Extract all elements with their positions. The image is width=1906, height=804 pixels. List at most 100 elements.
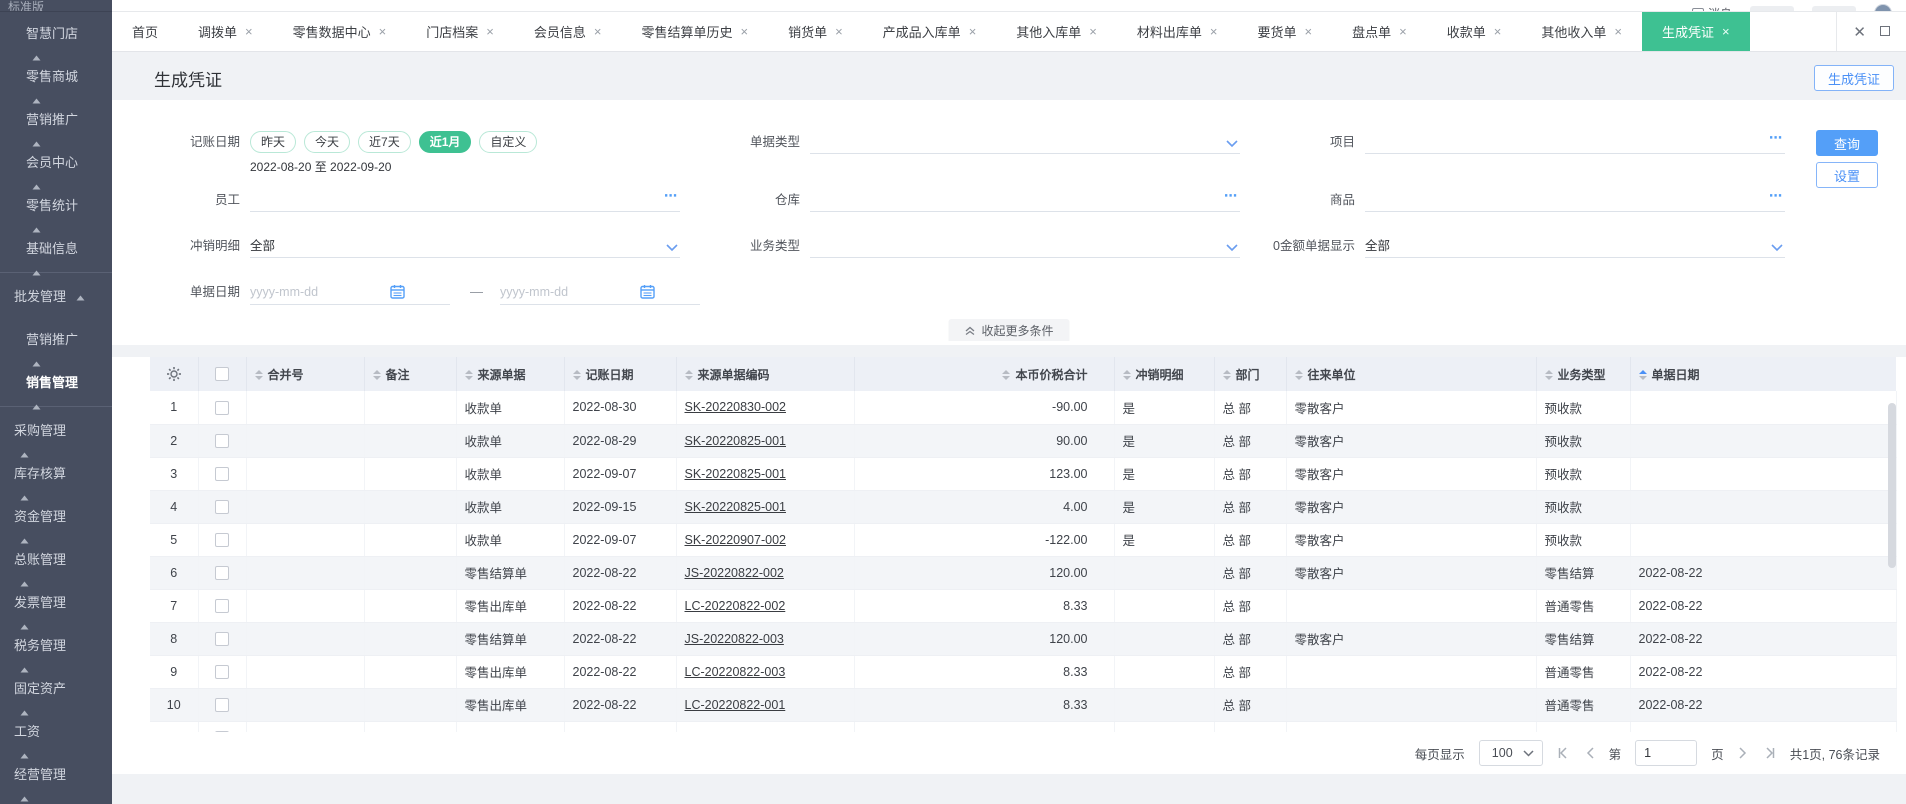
scrollbar-thumb[interactable] <box>1888 403 1896 568</box>
employee-lookup[interactable]: ⋯ <box>250 188 680 212</box>
ellipsis-lookup-icon[interactable]: ⋯ <box>664 184 678 208</box>
biz-type-select[interactable] <box>810 234 1240 258</box>
sidebar-item-会员中心[interactable]: 会员中心 <box>0 141 112 190</box>
tab-close-icon[interactable]: × <box>835 24 843 39</box>
table-row[interactable]: 6 零售结算单 2022-08-22 JS-20220822-002 120.00 总 部… <box>150 556 1897 590</box>
column-settings-header[interactable] <box>150 357 199 391</box>
prev-page-icon[interactable] <box>1585 747 1595 759</box>
sidebar-item-固定资产[interactable]: 固定资产 <box>0 667 112 716</box>
tab-close-icon[interactable]: × <box>245 24 253 39</box>
cell-来源单据编码[interactable]: JS-20220822-001 <box>676 721 855 733</box>
table-row[interactable]: 11零售结算单2022-08-22JS-20220822-001120.00总 … <box>150 721 1897 733</box>
table-row[interactable]: 1 收款单 2022-08-30 SK-20220830-002 -90.00 是总 部零… <box>150 391 1897 425</box>
project-lookup[interactable]: ⋯ <box>1365 130 1785 154</box>
row-checkbox[interactable] <box>215 598 229 613</box>
source-doc-link[interactable]: LC-20220822-003 <box>685 665 786 679</box>
first-page-icon[interactable] <box>1557 747 1571 759</box>
source-doc-link[interactable]: JS-20220822-002 <box>685 566 784 580</box>
zero-amount-select[interactable]: 全部 <box>1365 234 1785 258</box>
sidebar-item-营销推广[interactable]: 营销推广 <box>0 318 112 367</box>
avatar[interactable] <box>1874 4 1892 11</box>
column-header-备注[interactable]: 备注 <box>364 357 457 391</box>
tab-产成品入库单[interactable]: 产成品入库单 × <box>863 12 997 51</box>
column-header-冲销明细[interactable]: 冲销明细 <box>1114 357 1215 391</box>
warehouse-lookup[interactable]: ⋯ <box>810 188 1240 212</box>
tab-零售结算单历史[interactable]: 零售结算单历史 × <box>621 12 768 51</box>
tab-close-icon[interactable]: × <box>969 24 977 39</box>
tab-close-icon[interactable]: × <box>1399 24 1407 39</box>
sidebar-item-销售管理[interactable]: 销售管理 <box>0 361 112 410</box>
tab-close-icon[interactable]: × <box>1210 24 1218 39</box>
source-doc-link[interactable]: JS-20220822-001 <box>685 731 784 733</box>
column-header-来源单据编码[interactable]: 来源单据编码 <box>676 357 855 391</box>
sidebar-item-采购管理[interactable]: 采购管理 <box>0 409 112 458</box>
cell-来源单据编码[interactable]: SK-20220825-001 <box>676 424 855 458</box>
cell-来源单据编码[interactable]: SK-20220907-002 <box>676 523 855 557</box>
topbar-partial-item[interactable] <box>1812 6 1856 11</box>
tab-销货单[interactable]: 销货单 × <box>768 12 863 51</box>
sidebar-item-零售商城[interactable]: 零售商城 <box>0 55 112 104</box>
tab-生成凭证[interactable]: 生成凭证 × <box>1641 12 1750 51</box>
row-checkbox[interactable] <box>215 730 229 732</box>
doc-type-select[interactable] <box>810 130 1240 154</box>
tab-close-icon[interactable]: × <box>379 24 387 39</box>
tab-首页[interactable]: 首页 <box>112 12 178 51</box>
sidebar-item-总账管理[interactable]: 总账管理 <box>0 538 112 587</box>
sidebar-item-基础信息[interactable]: 基础信息 <box>0 227 112 276</box>
sidebar-item-智慧门店[interactable]: 智慧门店 <box>0 12 112 61</box>
row-checkbox[interactable] <box>215 400 229 415</box>
writeoff-select[interactable]: 全部 <box>250 234 680 258</box>
column-header-单据日期[interactable]: 单据日期 <box>1630 357 1896 391</box>
tab-close-icon[interactable]: × <box>1722 24 1730 39</box>
row-checkbox[interactable] <box>215 433 229 448</box>
column-header-业务类型[interactable]: 业务类型 <box>1536 357 1631 391</box>
tab-close-icon[interactable]: × <box>1305 24 1313 39</box>
table-row[interactable]: 5 收款单 2022-09-07 SK-20220907-002 -122.00 是总 部… <box>150 523 1897 557</box>
tab-调拨单[interactable]: 调拨单 × <box>178 12 273 51</box>
sidebar-item-营销推广[interactable]: 营销推广 <box>0 98 112 147</box>
tab-close-icon[interactable]: × <box>1089 24 1097 39</box>
cell-来源单据编码[interactable]: SK-20220825-001 <box>676 490 855 524</box>
gear-icon[interactable] <box>166 366 182 382</box>
source-doc-link[interactable]: LC-20220822-002 <box>685 599 786 613</box>
restore-window-icon[interactable] <box>1880 23 1890 40</box>
tab-收款单[interactable]: 收款单 × <box>1427 12 1522 51</box>
table-row[interactable]: 10 零售出库单 2022-08-22 LC-20220822-001 8.33 总 部普… <box>150 688 1897 722</box>
cell-来源单据编码[interactable]: LC-20220822-001 <box>676 688 855 722</box>
query-button[interactable]: 查询 <box>1816 130 1878 156</box>
quick-date-pill-近1月[interactable]: 近1月 <box>418 131 472 153</box>
column-header-部门[interactable]: 部门 <box>1214 357 1287 391</box>
sidebar-item-批发管理[interactable]: 批发管理 <box>0 275 112 318</box>
doc-date-end-input[interactable] <box>500 284 640 299</box>
tab-close-icon[interactable]: × <box>594 24 602 39</box>
source-doc-link[interactable]: SK-20220825-001 <box>685 434 786 448</box>
doc-date-start-input[interactable] <box>250 284 390 299</box>
row-checkbox[interactable] <box>215 631 229 646</box>
row-checkbox[interactable] <box>215 697 229 712</box>
table-row[interactable]: 8 零售结算单 2022-08-22 JS-20220822-003 120.00 总 部… <box>150 622 1897 656</box>
source-doc-link[interactable]: SK-20220825-001 <box>685 500 786 514</box>
row-checkbox[interactable] <box>215 466 229 481</box>
quick-date-pill-今天[interactable]: 今天 <box>304 131 351 153</box>
last-page-icon[interactable] <box>1762 747 1776 759</box>
cell-来源单据编码[interactable]: SK-20220830-002 <box>676 391 855 425</box>
per-page-select[interactable]: 100 <box>1478 740 1543 766</box>
next-page-icon[interactable] <box>1738 747 1748 759</box>
ellipsis-lookup-icon[interactable]: ⋯ <box>1769 126 1783 150</box>
source-doc-link[interactable]: SK-20220825-001 <box>685 467 786 481</box>
table-row[interactable]: 2 收款单 2022-08-29 SK-20220825-001 90.00 是总 部零散… <box>150 424 1897 458</box>
collapse-more-conditions[interactable]: 收起更多条件 <box>948 319 1070 341</box>
tab-会员信息[interactable]: 会员信息 × <box>514 12 622 51</box>
row-checkbox[interactable] <box>215 532 229 547</box>
table-row[interactable]: 7 零售出库单 2022-08-22 LC-20220822-002 8.33 总 部普通… <box>150 589 1897 623</box>
tab-盘点单[interactable]: 盘点单 × <box>1332 12 1427 51</box>
cell-来源单据编码[interactable]: JS-20220822-002 <box>676 556 855 590</box>
quick-date-pill-近7天[interactable]: 近7天 <box>358 131 411 153</box>
topbar-partial-item[interactable] <box>1750 6 1794 11</box>
close-all-tabs-icon[interactable]: ✕ <box>1853 23 1866 41</box>
settings-button[interactable]: 设置 <box>1816 162 1878 188</box>
column-header-合并号[interactable]: 合并号 <box>246 357 365 391</box>
tab-其他入库单[interactable]: 其他入库单 × <box>996 12 1117 51</box>
table-row[interactable]: 9 零售出库单 2022-08-22 LC-20220822-003 8.33 总 部普通… <box>150 655 1897 689</box>
column-header-本币价税合计[interactable]: 本币价税合计 <box>854 357 1115 391</box>
